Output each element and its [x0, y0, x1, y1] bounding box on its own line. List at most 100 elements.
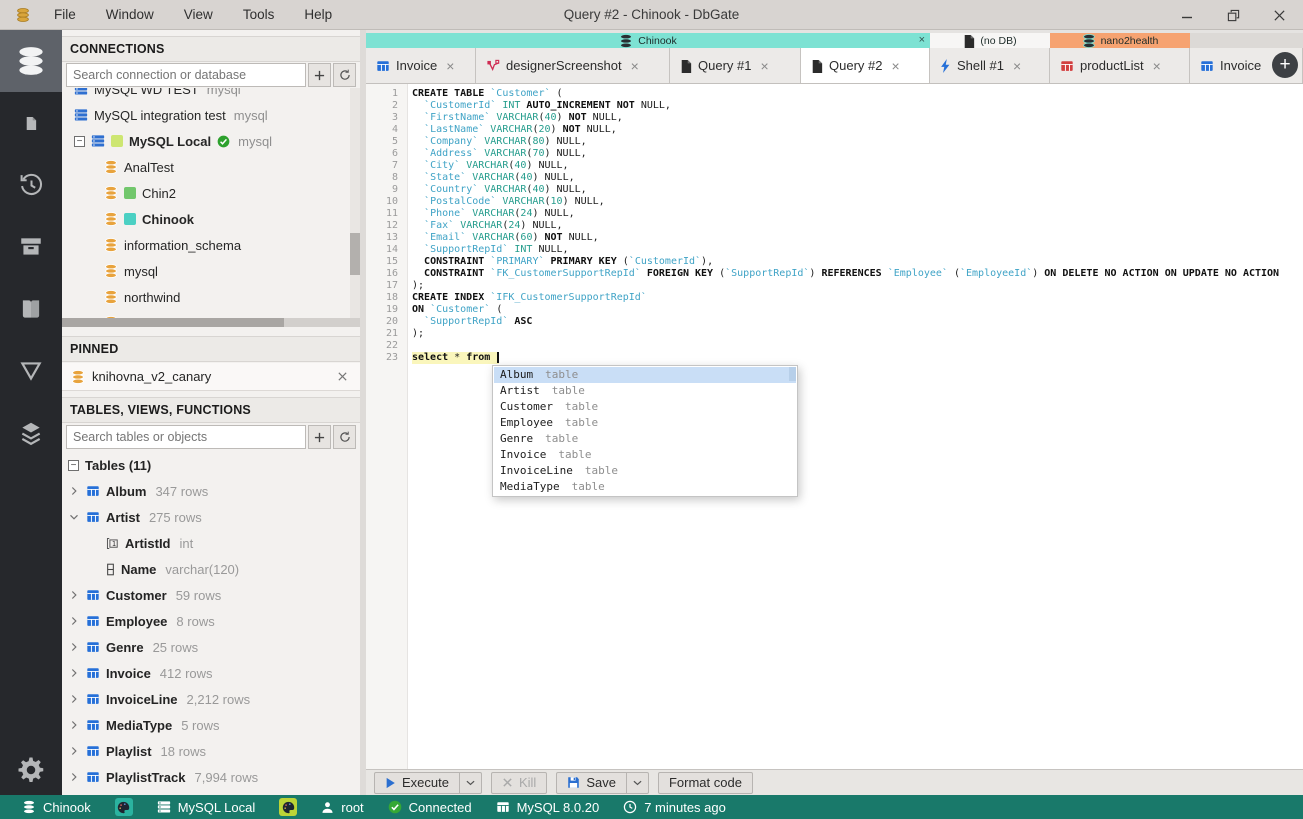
rail-item-book[interactable] [0, 278, 62, 340]
autocomplete-item-Artist[interactable]: Artist table [494, 383, 796, 399]
restore-icon[interactable] [1225, 7, 1241, 23]
chevron-right-icon[interactable] [68, 746, 80, 756]
table-item-Album[interactable]: Album 347 rows [62, 478, 360, 504]
save-button[interactable]: Save [556, 771, 627, 794]
connection-item-MySQL WD TEST[interactable]: MySQL WD TEST mysql [62, 88, 360, 102]
add-connection-button[interactable] [308, 63, 331, 87]
scrollbar-thumb[interactable] [350, 233, 360, 275]
table-item-Employee[interactable]: Employee 8 rows [62, 608, 360, 634]
chevron-right-icon[interactable] [68, 590, 80, 600]
autocomplete-item-Album[interactable]: Album table [494, 367, 796, 383]
close-tab-icon[interactable]: × [1153, 58, 1161, 74]
tab-Shell-1[interactable]: Shell #1 × [930, 48, 1050, 83]
kill-button[interactable]: Kill [490, 771, 548, 794]
connection-color-swatch[interactable] [279, 798, 298, 816]
connection-item-MySQL Local[interactable]: − MySQL Local mysql [62, 128, 360, 154]
rail-item-file[interactable] [0, 92, 62, 154]
sidebar-splitter[interactable] [360, 30, 366, 795]
close-tab-icon[interactable]: × [631, 58, 639, 74]
autocomplete-scrollbar[interactable] [789, 367, 796, 381]
column-item-Name[interactable]: Name varchar(120) [62, 556, 360, 582]
code-token: CONSTRAINT [424, 268, 485, 279]
rail-item-database[interactable] [0, 30, 62, 92]
add-table-button[interactable] [308, 425, 331, 449]
menu-help[interactable]: Help [304, 7, 332, 22]
connection-item-MySQL integration test[interactable]: MySQL integration test mysql [62, 102, 360, 128]
close-tab-icon[interactable]: × [760, 58, 768, 74]
chevron-right-icon[interactable] [68, 772, 80, 782]
table-item-PlaylistTrack[interactable]: PlaylistTrack 7,994 rows [62, 764, 360, 790]
tab-group-Chinook[interactable]: Chinook × [366, 33, 930, 48]
database-item-Chinook[interactable]: Chinook [62, 206, 360, 232]
close-tab-icon[interactable]: × [1013, 58, 1021, 74]
table-item-Artist[interactable]: Artist 275 rows [62, 504, 360, 530]
close-group-icon[interactable]: × [919, 33, 925, 48]
format-code-button[interactable]: Format code [657, 771, 753, 794]
connections-scrollbar[interactable] [350, 88, 360, 318]
chevron-right-icon[interactable] [68, 616, 80, 626]
pinned-item[interactable]: knihovna_v2_canary [62, 363, 360, 391]
database-color-swatch[interactable] [114, 798, 133, 816]
database-item-information_schema[interactable]: information_schema [62, 232, 360, 258]
menu-file[interactable]: File [54, 7, 76, 22]
code-token: ON [412, 304, 425, 315]
save-options-button[interactable] [626, 771, 649, 794]
close-icon[interactable] [1271, 7, 1287, 23]
connections-search-input[interactable] [66, 63, 306, 87]
table-item-Invoice[interactable]: Invoice 412 rows [62, 660, 360, 686]
autocomplete-item-Employee[interactable]: Employee table [494, 415, 796, 431]
database-item-mysql[interactable]: mysql [62, 258, 360, 284]
table-item-InvoiceLine[interactable]: InvoiceLine 2,212 rows [62, 686, 360, 712]
tab-designerScreenshot[interactable]: designerScreenshot × [476, 48, 670, 83]
tab-Query-2[interactable]: Query #2 × [801, 48, 930, 83]
autocomplete-item-MediaType[interactable]: MediaType table [494, 479, 796, 495]
refresh-tables-button[interactable] [333, 425, 356, 449]
execute-options-button[interactable] [459, 771, 482, 794]
table-item-Customer[interactable]: Customer 59 rows [62, 582, 360, 608]
chevron-right-icon[interactable] [68, 668, 80, 678]
database-item-Chin2[interactable]: Chin2 [62, 180, 360, 206]
table-item-MediaType[interactable]: MediaType 5 rows [62, 712, 360, 738]
menu-view[interactable]: View [184, 7, 213, 22]
tab-group--no-DB-[interactable]: (no DB) [930, 33, 1050, 48]
tab-group-filler [1190, 33, 1303, 48]
database-item-performance_schema[interactable]: performance_schema [62, 310, 360, 318]
chevron-right-icon[interactable] [68, 486, 80, 496]
database-item-northwind[interactable]: northwind [62, 284, 360, 310]
refresh-connections-button[interactable] [333, 63, 356, 87]
rail-item-filter[interactable] [0, 340, 62, 402]
menu-window[interactable]: Window [106, 7, 154, 22]
close-tab-icon[interactable]: × [891, 58, 899, 74]
execute-button[interactable]: Execute [374, 771, 460, 794]
chevron-right-icon[interactable] [68, 642, 80, 652]
chevron-down-icon[interactable] [68, 514, 80, 521]
table-item-Genre[interactable]: Genre 25 rows [62, 634, 360, 660]
tab-Invoice[interactable]: Invoice × [366, 48, 476, 83]
tab-group-nano2health[interactable]: nano2health [1050, 33, 1190, 48]
chevron-right-icon[interactable] [68, 720, 80, 730]
connections-horizontal-scrollbar[interactable] [62, 318, 360, 327]
autocomplete-item-Genre[interactable]: Genre table [494, 431, 796, 447]
table-item-Playlist[interactable]: Playlist 18 rows [62, 738, 360, 764]
rail-item-gear[interactable] [16, 755, 46, 785]
autocomplete-item-Invoice[interactable]: Invoice table [494, 447, 796, 463]
rail-item-archive[interactable] [0, 216, 62, 278]
tab-productList[interactable]: productList × [1050, 48, 1190, 83]
unpin-icon[interactable] [337, 371, 348, 382]
tables-search-input[interactable] [66, 425, 306, 449]
close-tab-icon[interactable]: × [446, 58, 454, 74]
autocomplete-item-Customer[interactable]: Customer table [494, 399, 796, 415]
menu-tools[interactable]: Tools [243, 7, 275, 22]
rail-item-history[interactable] [0, 154, 62, 216]
tables-group-row[interactable]: − Tables (11) [62, 452, 360, 478]
autocomplete-item-InvoiceLine[interactable]: InvoiceLine table [494, 463, 796, 479]
database-item-AnalTest[interactable]: AnalTest [62, 154, 360, 180]
minimize-icon[interactable] [1179, 7, 1195, 23]
tab-Query-1[interactable]: Query #1 × [670, 48, 801, 83]
chevron-right-icon[interactable] [68, 694, 80, 704]
rail-item-layers[interactable] [0, 402, 62, 464]
table-name: Album [106, 483, 147, 499]
column-item-ArtistId[interactable]: 1 ArtistId int [62, 530, 360, 556]
new-tab-button[interactable]: + [1272, 52, 1298, 78]
